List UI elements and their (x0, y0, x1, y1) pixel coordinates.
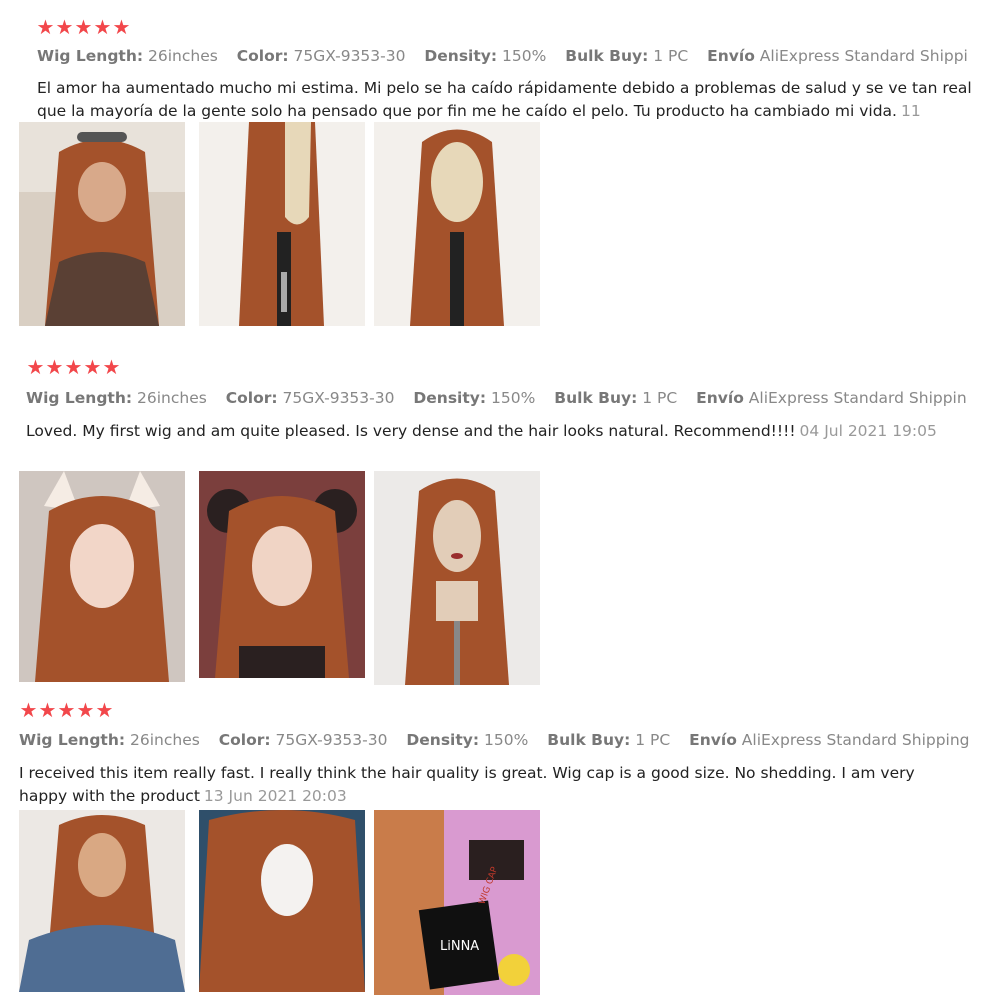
review-photo[interactable] (19, 810, 185, 992)
attr-label: Wig Length: (26, 389, 133, 407)
attr-label: Envío (707, 47, 755, 65)
attr-value: AliExpress Standard Shippin (748, 389, 967, 407)
review-text: I received this item really fast. I real… (19, 762, 939, 808)
star-icon: ★ (45, 355, 64, 379)
rating-stars: ★★★★★ (26, 356, 121, 378)
review-attributes: Wig Length: 26inches Color: 75GX-9353-30… (19, 730, 979, 750)
review-date: 04 Jul 2021 19:05 (799, 422, 937, 440)
attr-value: 26inches (148, 47, 218, 65)
review-photo[interactable]: LiNNA WIG CAP (374, 810, 540, 995)
attr-label: Bulk Buy: (565, 47, 649, 65)
attr-label: Bulk Buy: (547, 731, 631, 749)
rating-stars: ★★★★★ (19, 699, 114, 721)
attr-label: Wig Length: (19, 731, 126, 749)
star-icon: ★ (112, 15, 131, 39)
packaging-brand: LiNNA (440, 939, 479, 954)
star-icon: ★ (26, 355, 45, 379)
star-icon: ★ (55, 15, 74, 39)
review-photo[interactable] (19, 471, 185, 682)
attr-label: Density: (406, 731, 480, 749)
star-icon: ★ (93, 15, 112, 39)
attr-label: Wig Length: (37, 47, 144, 65)
attr-value: AliExpress Standard Shipping (741, 731, 970, 749)
review-photo[interactable] (199, 122, 365, 326)
star-icon: ★ (19, 698, 38, 722)
review-text: El amor ha aumentado mucho mi estima. Mi… (37, 77, 972, 123)
review-photo[interactable] (19, 122, 185, 326)
star-icon: ★ (38, 698, 57, 722)
review-attributes: Wig Length: 26inches Color: 75GX-9353-30… (26, 388, 968, 408)
review-date: 13 Jun 2021 20:03 (203, 787, 347, 805)
star-icon: ★ (36, 15, 55, 39)
star-icon: ★ (57, 698, 76, 722)
attr-label: Envío (696, 389, 744, 407)
star-icon: ★ (74, 15, 93, 39)
attr-value: 150% (491, 389, 536, 407)
review-body: El amor ha aumentado mucho mi estima. Mi… (37, 79, 972, 120)
attr-value: 26inches (130, 731, 200, 749)
review-photo[interactable] (374, 471, 540, 685)
review-text: Loved. My first wig and am quite pleased… (26, 420, 976, 444)
attr-value: 150% (502, 47, 547, 65)
star-icon: ★ (83, 355, 102, 379)
attr-label: Envío (689, 731, 737, 749)
attr-value: 26inches (137, 389, 207, 407)
star-icon: ★ (102, 355, 121, 379)
star-icon: ★ (64, 355, 83, 379)
attr-label: Density: (413, 389, 487, 407)
attr-label: Color: (225, 389, 278, 407)
review-date: 11 (900, 102, 921, 120)
star-icon: ★ (95, 698, 114, 722)
rating-stars: ★★★★★ (36, 16, 131, 38)
attr-value: 1 PC (635, 731, 671, 749)
attr-value: 150% (484, 731, 529, 749)
attr-value: 75GX-9353-30 (275, 731, 388, 749)
attr-value: 75GX-9353-30 (293, 47, 406, 65)
attr-value: 75GX-9353-30 (282, 389, 395, 407)
review-body: Loved. My first wig and am quite pleased… (26, 422, 796, 440)
review-photo[interactable] (199, 471, 365, 678)
attr-label: Color: (236, 47, 289, 65)
review-photo[interactable] (199, 810, 365, 992)
review-photo[interactable] (374, 122, 540, 326)
attr-value: AliExpress Standard Shipping (759, 47, 967, 65)
attr-value: 1 PC (653, 47, 689, 65)
star-icon: ★ (76, 698, 95, 722)
attr-label: Density: (424, 47, 498, 65)
attr-label: Color: (218, 731, 271, 749)
review-attributes: Wig Length: 26inches Color: 75GX-9353-30… (37, 46, 967, 66)
attr-label: Bulk Buy: (554, 389, 638, 407)
attr-value: 1 PC (642, 389, 678, 407)
review-body: I received this item really fast. I real… (19, 764, 915, 805)
